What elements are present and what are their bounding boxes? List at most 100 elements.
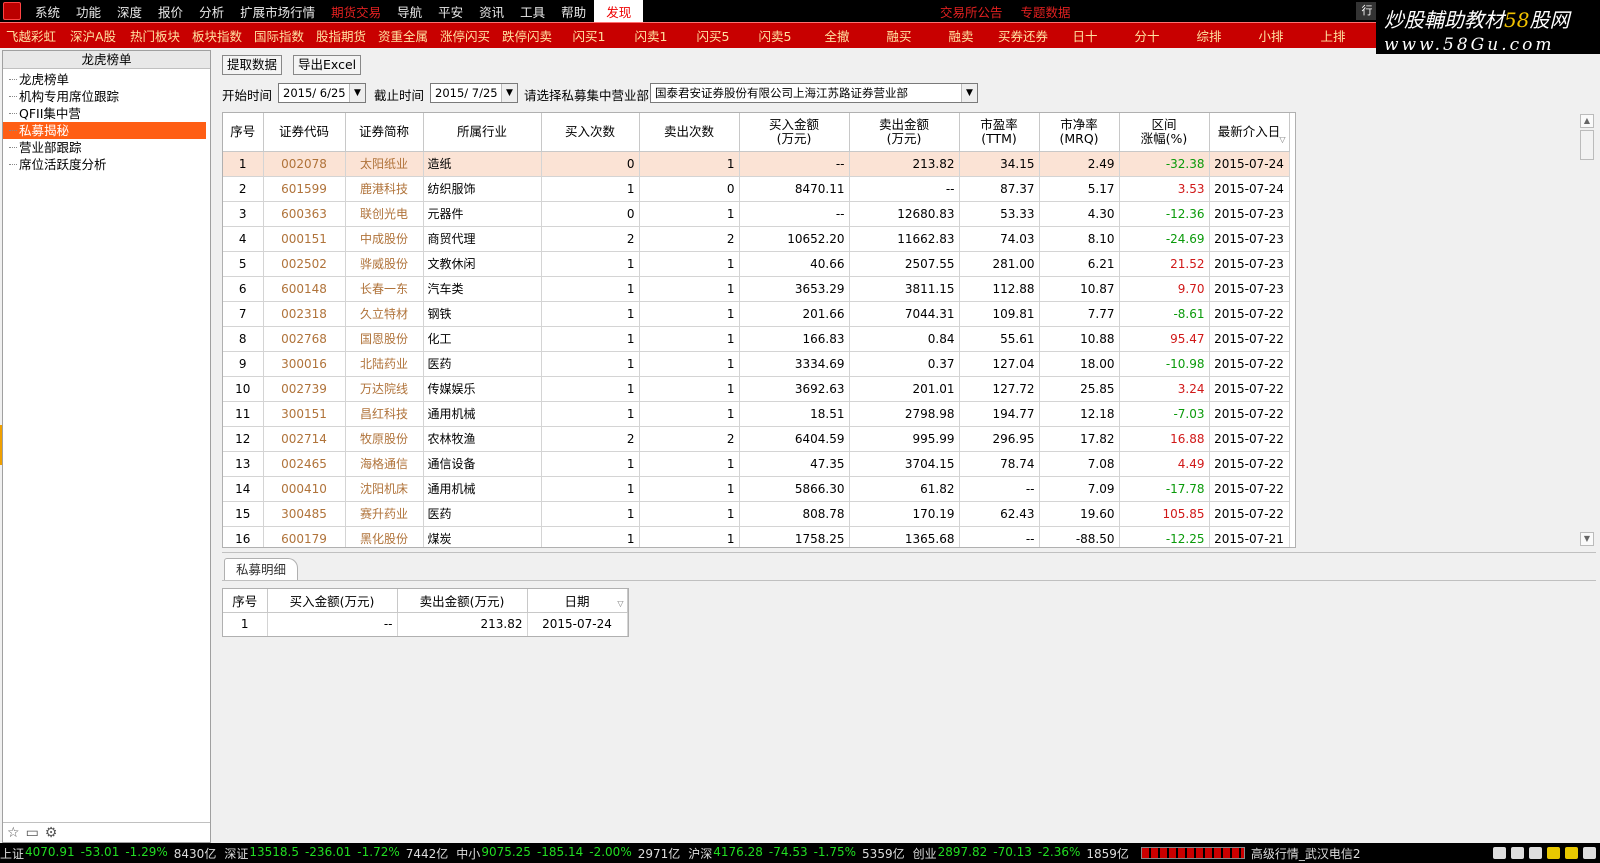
nav-item[interactable]: 私募揭秘	[3, 122, 206, 139]
cell-name[interactable]: 联创光电	[345, 201, 424, 227]
function-button[interactable]: 日十	[1054, 26, 1116, 45]
cell-name[interactable]: 久立特材	[345, 301, 424, 327]
splitter-handle[interactable]	[0, 425, 8, 465]
quote-tab[interactable]: 行	[1356, 2, 1378, 20]
table-row[interactable]: 9 300016 北陆药业 医药 1 1 3334.69 0.37 127.04 18.00 -10…	[223, 351, 1290, 377]
menu-item[interactable]: 帮助	[553, 2, 594, 21]
detail-column-header[interactable]: 序号	[223, 589, 268, 613]
fetch-data-button[interactable]: 提取数据	[222, 55, 283, 75]
nav-item[interactable]: 席位活跃度分析	[3, 156, 210, 173]
function-button[interactable]: 热门板块	[124, 26, 186, 45]
cell-name[interactable]: 海格通信	[345, 451, 424, 477]
cell-code[interactable]: 300151	[263, 401, 346, 427]
function-button[interactable]: 股指期货	[310, 26, 372, 45]
function-button[interactable]: 上排	[1302, 26, 1364, 45]
column-header[interactable]: 买入金额 (万元)	[739, 113, 850, 152]
function-button[interactable]: 飞越彩虹	[0, 26, 62, 45]
index-item[interactable]: 深证 13518.5 -236.01 -1.72% 7442亿	[224, 845, 448, 862]
column-header[interactable]: 市净率 (MRQ)	[1039, 113, 1120, 152]
menu-item[interactable]: 导航	[389, 2, 430, 21]
table-row[interactable]: 5 002502 骅威股份 文教休闲 1 1 40.66 2507.55 281.00 6.21 2…	[223, 251, 1290, 277]
nav-item[interactable]: 营业部跟踪	[3, 139, 210, 156]
column-header[interactable]: 卖出金额 (万元)	[849, 113, 960, 152]
table-row[interactable]: 8 002768 国恩股份 化工 1 1 166.83 0.84 55.61 10.88 95.47…	[223, 326, 1290, 352]
dropdown-arrow-icon[interactable]: ▼	[501, 84, 517, 102]
cell-code[interactable]: 002078	[263, 151, 346, 177]
function-button[interactable]: 小排	[1240, 26, 1302, 45]
table-row[interactable]: 1 002078 太阳纸业 造纸 0 1 -- 213.82 34.15 2.49 -32.38 20…	[223, 151, 1290, 177]
window-icon[interactable]	[1511, 847, 1524, 859]
menu-item[interactable]: 深度	[109, 2, 150, 21]
function-button[interactable]: 分十	[1116, 26, 1178, 45]
menu-item[interactable]: 系统	[27, 2, 68, 21]
scroll-down-icon[interactable]: ▼	[1580, 532, 1594, 546]
alert-icon[interactable]	[1547, 847, 1560, 859]
gear-icon[interactable]: ⚙	[45, 825, 58, 841]
menu-item[interactable]: 平安	[430, 2, 471, 21]
table-row[interactable]: 4 000151 中成股份 商贸代理 2 2 10652.20 11662.83 74.03 8.…	[223, 226, 1290, 252]
nav-item[interactable]: 机构专用席位跟踪	[3, 88, 210, 105]
table-row[interactable]: 16 600179 黑化股份 煤炭 1 1 1758.25 1365.68 -- -88.50 -1…	[223, 526, 1290, 547]
menu-item[interactable]: 工具	[512, 2, 553, 21]
cell-code[interactable]: 601599	[263, 176, 346, 202]
window-icon[interactable]	[1529, 847, 1542, 859]
function-button[interactable]: 闪卖5	[744, 26, 806, 45]
cell-name[interactable]: 黑化股份	[345, 526, 424, 547]
network-icon[interactable]	[1583, 847, 1596, 859]
table-row[interactable]: 2 601599 鹿港科技 纺织服饰 1 0 8470.11 -- 87.37 5.17 3.53 2…	[223, 176, 1290, 202]
cell-code[interactable]: 002465	[263, 451, 346, 477]
cell-code[interactable]: 600179	[263, 526, 346, 547]
table-row[interactable]: 6 600148 长春一东 汽车类 1 1 3653.29 3811.15 112.88 10.8…	[223, 276, 1290, 302]
menu-item[interactable]: 资讯	[471, 2, 512, 21]
table-row[interactable]: 3 600363 联创光电 元器件 0 1 -- 12680.83 53.33 4.30 -12.3…	[223, 201, 1290, 227]
function-button[interactable]: 融卖	[930, 26, 992, 45]
scroll-up-icon[interactable]: ▲	[1580, 114, 1594, 128]
cell-name[interactable]: 沈阳机床	[345, 476, 424, 502]
function-button[interactable]: 闪买1	[558, 26, 620, 45]
function-button[interactable]: 深沪A股	[62, 26, 124, 45]
detail-column-header[interactable]: 卖出金额(万元)	[397, 589, 528, 613]
cell-code[interactable]: 600363	[263, 201, 346, 227]
cell-name[interactable]: 太阳纸业	[345, 151, 424, 177]
vertical-scrollbar[interactable]: ▲ ▼	[1578, 112, 1596, 548]
cell-name[interactable]: 国恩股份	[345, 326, 424, 352]
end-date-picker[interactable]: 2015/ 7/25 ▼	[430, 83, 518, 103]
nav-item[interactable]: 龙虎榜单	[3, 71, 210, 88]
export-excel-button[interactable]: 导出Excel	[293, 55, 362, 75]
tab-private-detail[interactable]: 私募明细	[224, 558, 298, 580]
function-button[interactable]: 跌停闪卖	[496, 26, 558, 45]
table-row[interactable]: 12 002714 牧原股份 农林牧渔 2 2 6404.59 995.99 296.95 17.…	[223, 426, 1290, 452]
detail-column-header[interactable]: 买入金额(万元)	[267, 589, 398, 613]
cell-name[interactable]: 骅威股份	[345, 251, 424, 277]
sort-icon[interactable]: ▽	[617, 599, 623, 608]
function-button[interactable]: 全撤	[806, 26, 868, 45]
cell-name[interactable]: 昌红科技	[345, 401, 424, 427]
department-select[interactable]: 国泰君安证券股份有限公司上海江苏路证券营业部 ▼	[650, 83, 978, 103]
dropdown-arrow-icon[interactable]: ▼	[349, 84, 365, 102]
function-button[interactable]: 涨停闪买	[434, 26, 496, 45]
menu-item[interactable]: 期货交易	[323, 2, 389, 21]
menu-item[interactable]: 功能	[68, 2, 109, 21]
folder-icon[interactable]: ▭	[26, 825, 39, 841]
cell-name[interactable]: 中成股份	[345, 226, 424, 252]
table-row[interactable]: 7 002318 久立特材 钢铁 1 1 201.66 7044.31 109.81 7.77 -8…	[223, 301, 1290, 327]
column-header[interactable]: 最新介入日 ▽	[1209, 113, 1290, 152]
cell-code[interactable]: 002714	[263, 426, 346, 452]
column-header[interactable]: 证券代码	[263, 113, 346, 152]
cell-name[interactable]: 北陆药业	[345, 351, 424, 377]
cell-code[interactable]: 300485	[263, 501, 346, 527]
detail-row[interactable]: 1 -- 213.82 2015-07-24	[223, 612, 628, 636]
function-button[interactable]: 闪卖1	[620, 26, 682, 45]
table-row[interactable]: 11 300151 昌红科技 通用机械 1 1 18.51 2798.98 194.77 12.1…	[223, 401, 1290, 427]
cell-code[interactable]: 002502	[263, 251, 346, 277]
cell-code[interactable]: 600148	[263, 276, 346, 302]
column-header[interactable]: 市盈率 (TTM)	[959, 113, 1040, 152]
column-header[interactable]: 序号	[223, 113, 264, 152]
function-button[interactable]: 买券还券	[992, 26, 1054, 45]
column-header[interactable]: 买入次数	[541, 113, 640, 152]
cell-name[interactable]: 鹿港科技	[345, 176, 424, 202]
cell-name[interactable]: 牧原股份	[345, 426, 424, 452]
column-header[interactable]: 证券简称	[345, 113, 424, 152]
promo-link-special-data[interactable]: 专题数据	[1021, 5, 1071, 20]
detail-column-header[interactable]: 日期 ▽	[527, 589, 628, 613]
